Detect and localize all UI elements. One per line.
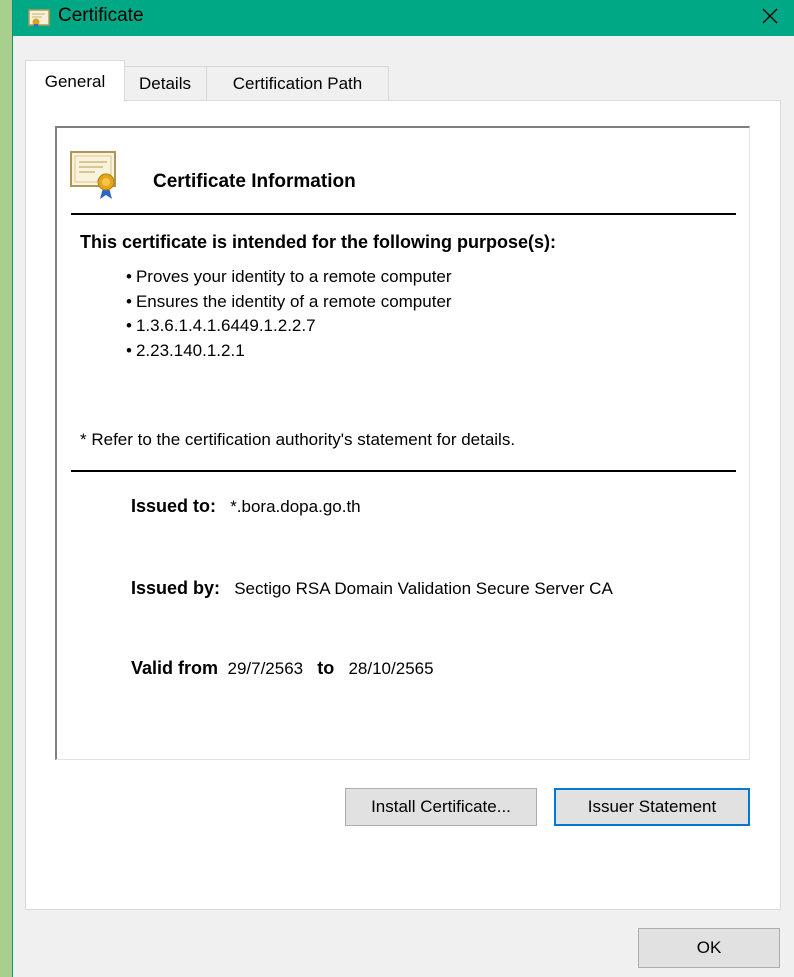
issuer-statement-button[interactable]: Issuer Statement	[554, 788, 750, 826]
valid-from-value: 29/7/2563	[227, 659, 304, 678]
divider	[71, 213, 736, 215]
ok-button[interactable]: OK	[638, 928, 780, 968]
tab-details[interactable]: Details	[123, 66, 207, 101]
close-button[interactable]	[745, 0, 794, 36]
valid-to-value: 28/10/2565	[348, 659, 434, 678]
purpose-list: Proves your identity to a remote compute…	[126, 265, 452, 363]
tab-general[interactable]: General	[25, 60, 125, 102]
issued-by-row: Issued by: Sectigo RSA Domain Validation…	[131, 578, 613, 599]
certificate-icon	[28, 8, 50, 28]
info-header: Certificate Information	[153, 171, 356, 192]
close-icon	[760, 6, 780, 31]
tab-label: Certification Path	[232, 74, 363, 93]
purpose-item: 2.23.140.1.2.1	[126, 339, 452, 364]
divider	[71, 470, 736, 472]
purpose-item: 1.3.6.1.4.1.6449.1.2.2.7	[126, 314, 452, 339]
purpose-heading: This certificate is intended for the fol…	[80, 232, 557, 252]
certificate-dialog: Certificate General Details Certificatio…	[12, 0, 794, 977]
install-certificate-button[interactable]: Install Certificate...	[345, 788, 537, 826]
tab-label: Details	[139, 74, 191, 93]
purpose-item: Proves your identity to a remote compute…	[126, 265, 452, 290]
issued-by-value: Sectigo RSA Domain Validation Secure Ser…	[234, 579, 613, 598]
issued-to-label: Issued to:	[131, 496, 217, 516]
valid-to-label: to	[317, 658, 335, 678]
issued-to-row: Issued to: *.bora.dopa.go.th	[131, 496, 361, 517]
refer-note: * Refer to the certification authority's…	[80, 430, 516, 449]
issued-to-value: *.bora.dopa.go.th	[230, 497, 361, 516]
valid-from-label: Valid from	[131, 658, 219, 678]
window-title: Certificate	[58, 5, 144, 26]
issued-by-label: Issued by:	[131, 578, 221, 598]
certificate-icon	[69, 148, 119, 200]
title-bar[interactable]: Certificate	[13, 0, 794, 36]
validity-row: Valid from 29/7/2563 to 28/10/2565	[131, 658, 434, 679]
purpose-item: Ensures the identity of a remote compute…	[126, 290, 452, 315]
tab-label: General	[44, 71, 106, 91]
tab-certification-path[interactable]: Certification Path	[206, 66, 389, 101]
